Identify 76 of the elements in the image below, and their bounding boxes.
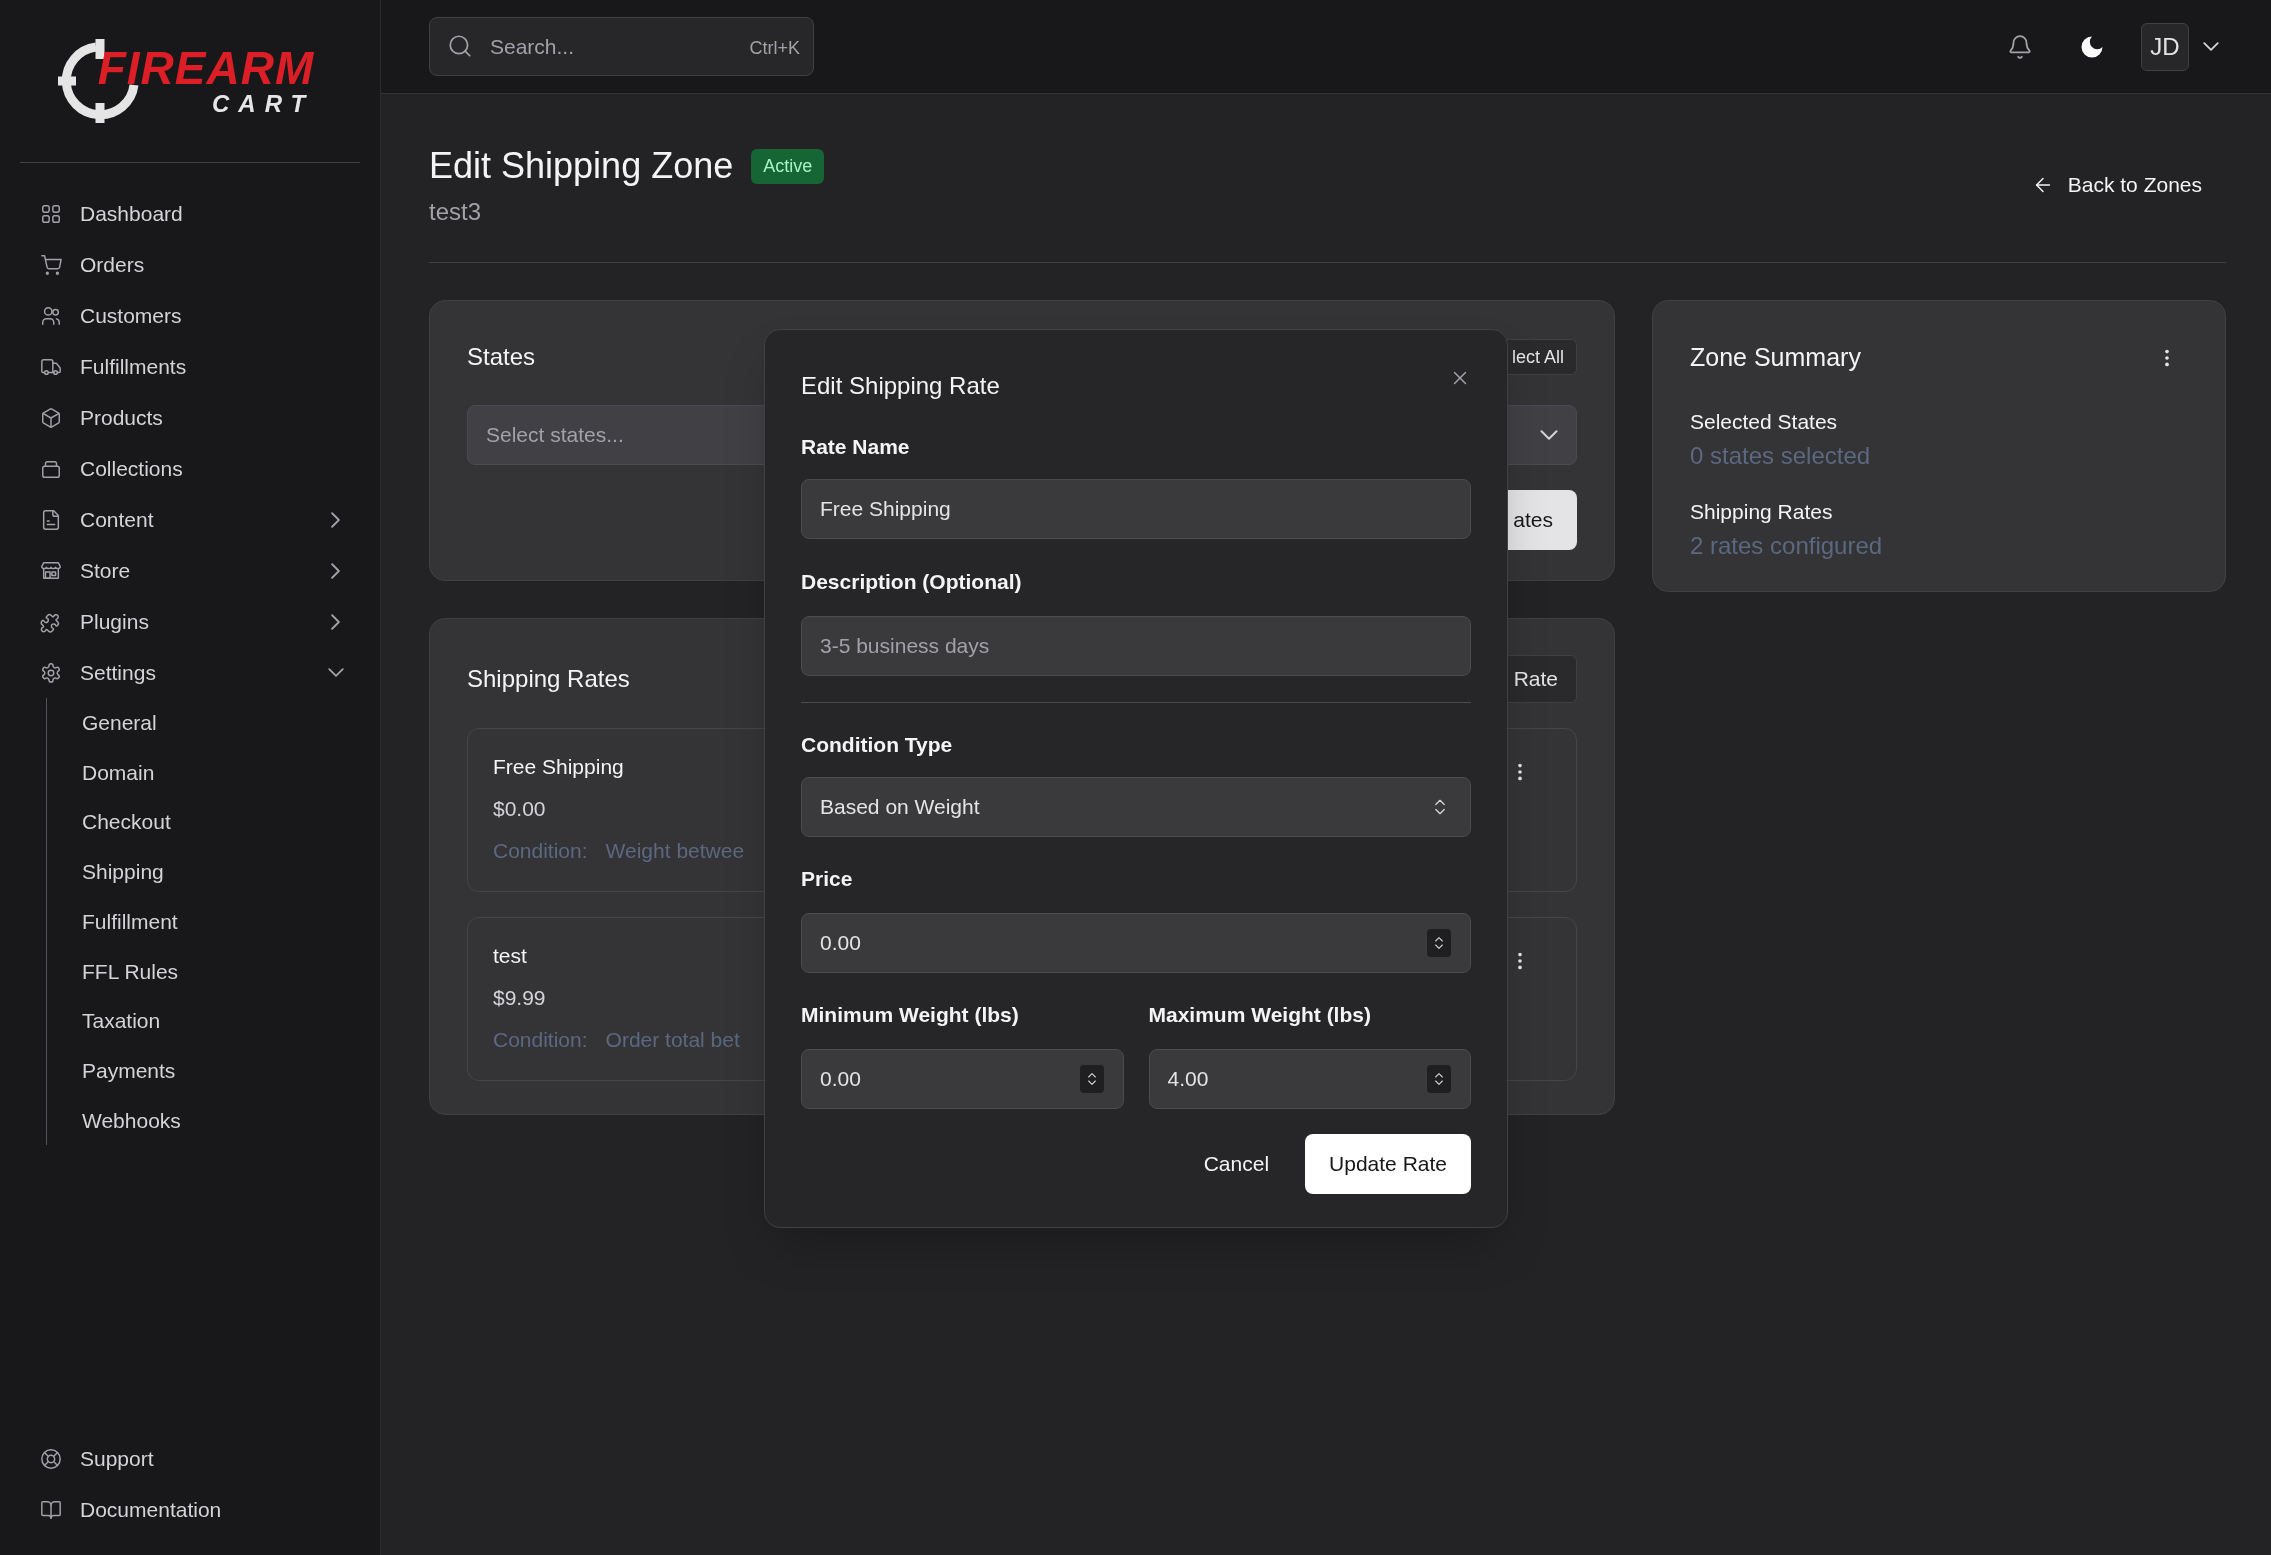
bell-icon	[2007, 33, 2033, 60]
stepper[interactable]	[1079, 1065, 1104, 1093]
card-title: States	[467, 342, 536, 372]
nav-item[interactable]: Fulfillments	[20, 341, 360, 392]
field-label: Maximum Weight (lbs)	[1148, 1002, 1372, 1028]
field-label: Price	[801, 866, 854, 892]
dialog-title: Edit Shipping Rate	[801, 371, 1000, 401]
field-label: Minimum Weight (lbs)	[801, 1002, 1020, 1028]
nav-subitem[interactable]: Webhooks	[47, 1095, 360, 1146]
nav-subitem[interactable]: Domain	[47, 747, 360, 798]
settings-icon	[40, 661, 62, 684]
users-icon	[40, 304, 62, 327]
stepper[interactable]	[1427, 929, 1451, 957]
update-rate-button[interactable]: Update Rate	[1305, 1134, 1471, 1194]
box-icon	[40, 406, 62, 429]
select-field[interactable]: Based on Weight	[801, 777, 1471, 837]
shortcut-hint: Ctrl+K	[749, 37, 800, 60]
number-field[interactable]: 4.00	[1148, 1049, 1471, 1109]
page-subtitle: test3	[429, 197, 483, 227]
number-field[interactable]: 0.00	[801, 913, 1471, 973]
nav-item[interactable]: Support	[20, 1433, 360, 1484]
condition-label: Condition:	[493, 1027, 588, 1053]
condition-label: Condition:	[493, 838, 588, 864]
summary-value: 2 rates configured	[1690, 530, 1884, 561]
nav-item[interactable]: Orders	[20, 239, 360, 290]
cart-icon	[40, 253, 62, 276]
status-badge: Active	[751, 148, 825, 184]
nav-item[interactable]: Collections	[20, 443, 360, 494]
nav-item[interactable]: Customers	[20, 290, 360, 341]
user-avatar[interactable]: JD	[2141, 22, 2189, 71]
number-field[interactable]: 0.00	[801, 1049, 1124, 1109]
grid-icon	[40, 202, 62, 225]
chevron-down-icon	[2203, 42, 2219, 51]
text-field[interactable]: 3-5 business days	[801, 616, 1471, 676]
nav-subitem[interactable]: Fulfillment	[47, 896, 360, 947]
store-icon	[40, 559, 62, 582]
card-title: Shipping Rates	[467, 664, 630, 694]
nav-subitem[interactable]: FFL Rules	[47, 946, 360, 997]
nav-item[interactable]: Documentation	[20, 1484, 360, 1535]
stepper[interactable]	[1427, 1065, 1451, 1093]
field-label: Description (Optional)	[801, 569, 1023, 595]
rate-name: test	[493, 943, 528, 969]
nav-item[interactable]: Products	[20, 392, 360, 443]
page-title: Edit Shipping Zone	[429, 144, 734, 188]
nav-item[interactable]: Store	[20, 545, 360, 596]
nav-subitem[interactable]: Taxation	[47, 996, 360, 1046]
nav-item[interactable]: Plugins	[20, 596, 360, 647]
summary-label: Shipping Rates	[1690, 498, 1834, 525]
summary-label: Selected States	[1690, 408, 1839, 435]
nav-subitem[interactable]: Payments	[47, 1045, 360, 1096]
condition-text: Order total bet	[605, 1027, 740, 1053]
cancel-button[interactable]: Cancel	[1203, 1134, 1270, 1194]
back-link[interactable]: Back to Zones	[2031, 169, 2202, 201]
search-icon	[447, 33, 473, 59]
rate-price: $9.99	[493, 985, 547, 1011]
condition-text: Weight betwee	[605, 838, 745, 864]
logo[interactable]: FIREARM CART	[55, 37, 315, 125]
card-title: Zone Summary	[1690, 342, 1861, 373]
lifebuoy-icon	[40, 1447, 62, 1470]
logo-subtext: CART	[212, 91, 315, 117]
field-label: Rate Name	[801, 434, 911, 460]
chevron-down-icon	[1540, 430, 1558, 440]
nav-subitem[interactable]: Shipping	[47, 847, 360, 897]
document-icon	[40, 508, 62, 531]
nav-item[interactable]: Settings	[20, 647, 360, 698]
nav-item[interactable]: Dashboard	[20, 188, 360, 239]
book-icon	[40, 1498, 62, 1521]
rate-name: Free Shipping	[493, 754, 625, 780]
rate-price: $0.00	[493, 796, 547, 822]
nav-item[interactable]: Content	[20, 494, 360, 545]
nav-subitem[interactable]: Checkout	[47, 797, 360, 848]
nav-subitem[interactable]: General	[47, 698, 360, 748]
summary-value: 0 states selected	[1690, 440, 1872, 471]
text-field[interactable]: Free Shipping	[801, 479, 1471, 539]
logo-text: FIREARM	[97, 45, 315, 91]
field-label: Condition Type	[801, 732, 954, 758]
